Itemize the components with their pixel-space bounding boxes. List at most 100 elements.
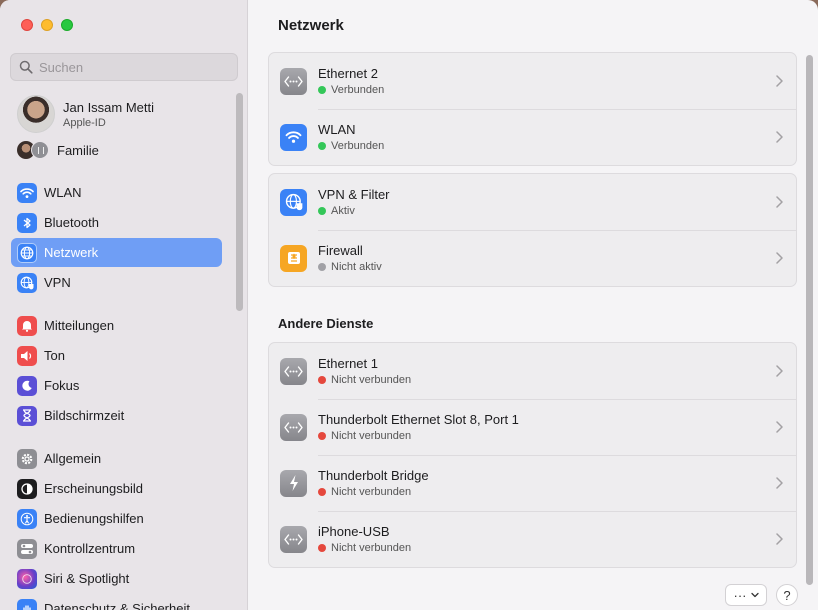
service-status: Verbunden [331,140,385,152]
help-label: ? [783,587,791,603]
service-status: Nicht verbunden [331,542,412,554]
sidebar-item-bedienungshilfen[interactable]: Bedienungshilfen [11,504,222,533]
sidebar-item-netzwerk[interactable]: Netzwerk [11,238,222,267]
sidebar-item-kontrollzentrum[interactable]: Kontrollzentrum [11,534,222,563]
sidebar-item-fokus[interactable]: Fokus [11,371,222,400]
service-status: Verbunden [331,84,385,96]
search-field[interactable] [10,53,238,81]
vpn-firewall-group: VPN & Filter Aktiv Firewall Nicht aktiv [268,173,797,287]
accessibility-icon [17,508,37,529]
zoom-button[interactable] [61,19,73,31]
sidebar-item-label: Bluetooth [44,215,99,230]
sidebar-item-erscheinungsbild[interactable]: Erscheinungsbild [11,474,222,503]
apple-id-account[interactable]: Jan Issam Metti Apple-ID [17,95,154,133]
account-name: Jan Issam Metti [63,99,155,115]
chevron-right-icon [776,131,783,143]
status-dot [318,86,326,94]
chevron-right-icon [776,196,783,208]
moon-icon [17,375,37,396]
toggles-icon [17,538,37,559]
avatar [17,95,55,133]
service-row-thunderbolt-ethernet[interactable]: Thunderbolt Ethernet Slot 8, Port 1 Nich… [269,399,796,455]
chevron-right-icon [776,533,783,545]
ethernet-icon [280,357,307,385]
ethernet-icon [280,525,307,553]
chevron-right-icon [776,365,783,377]
sidebar-item-vpn[interactable]: VPN [11,268,222,297]
chevron-right-icon [776,75,783,87]
more-actions-button[interactable]: ··· [725,584,767,606]
service-row-ethernet-2[interactable]: Ethernet 2 Verbunden [269,53,796,109]
sidebar-item-allgemein[interactable]: Allgemein [11,444,222,473]
sidebar-item-label: WLAN [44,185,82,200]
service-name: Firewall [318,243,363,258]
chevron-down-icon [750,592,759,598]
chevron-right-icon [776,477,783,489]
sidebar-item-label: Mitteilungen [44,318,115,333]
main-pane: Netzwerk Ethernet 2 Verbunden WLAN Verbu… [248,0,818,610]
sidebar-item-ton[interactable]: Ton [11,341,222,370]
service-row-ethernet-1[interactable]: Ethernet 1 Nicht verbunden [269,343,796,399]
help-button[interactable]: ? [776,584,798,606]
service-name: WLAN [318,122,356,137]
service-name: Ethernet 2 [318,66,378,81]
service-name: Thunderbolt Bridge [318,468,429,483]
service-row-thunderbolt-bridge[interactable]: Thunderbolt Bridge Nicht verbunden [269,455,796,511]
minimize-button[interactable] [41,19,53,31]
thunderbolt-icon [280,469,307,497]
sidebar-item-label: Datenschutz & Sicherheit [44,601,190,610]
status-dot [318,142,326,150]
service-row-wlan[interactable]: WLAN Verbunden [269,109,796,165]
page-title: Netzwerk [278,17,344,34]
sidebar-item-label: Erscheinungsbild [44,481,144,496]
status-dot [318,207,326,215]
sidebar-item-label: Bildschirmzeit [44,408,125,423]
wifi-icon [17,182,37,203]
more-label: ··· [733,587,747,603]
sidebar-item-mitteilungen[interactable]: Mitteilungen [11,311,222,340]
account-subtitle: Apple-ID [63,116,106,129]
family-item[interactable]: Familie [17,141,99,159]
vpn-globe-icon [280,188,307,216]
sidebar-item-siri-spotlight[interactable]: Siri & Spotlight [11,564,222,593]
status-dot [318,376,326,384]
service-name: VPN & Filter [318,187,390,202]
service-name: Ethernet 1 [318,356,378,371]
chevron-right-icon [776,252,783,264]
search-icon [19,60,33,74]
firewall-icon [280,244,307,272]
sidebar-item-wlan[interactable]: WLAN [11,178,222,207]
family-member-avatar [31,141,49,159]
service-status: Nicht verbunden [331,486,412,498]
service-status: Nicht aktiv [331,261,382,273]
main-scrollbar[interactable] [806,55,813,585]
service-status: Nicht verbunden [331,374,412,386]
sidebar-item-label: Kontrollzentrum [44,541,136,556]
sidebar-item-bildschirmzeit[interactable]: Bildschirmzeit [11,401,222,430]
status-dot [318,263,326,271]
service-row-iphone-usb[interactable]: iPhone-USB Nicht verbunden [269,511,796,567]
sidebar-item-label: Allgemein [44,451,102,466]
service-name: iPhone-USB [318,524,390,539]
search-input[interactable] [39,59,229,75]
close-button[interactable] [21,19,33,31]
hand-icon [17,598,37,610]
hourglass-icon [17,405,37,426]
appearance-icon [17,478,37,499]
service-status: Nicht verbunden [331,430,412,442]
service-row-vpn-filter[interactable]: VPN & Filter Aktiv [269,174,796,230]
status-dot [318,432,326,440]
settings-window: Jan Issam Metti Apple-ID Familie WLAN Bl… [0,0,818,610]
sidebar-item-bluetooth[interactable]: Bluetooth [11,208,222,237]
section-title-other-services: Andere Dienste [278,316,374,331]
service-row-firewall[interactable]: Firewall Nicht aktiv [269,230,796,286]
sidebar: Jan Issam Metti Apple-ID Familie WLAN Bl… [0,0,248,610]
service-name: Thunderbolt Ethernet Slot 8, Port 1 [318,412,519,427]
ethernet-icon [280,67,307,95]
sidebar-item-label: Ton [44,348,65,363]
service-status: Aktiv [331,205,355,217]
sidebar-item-datenschutz[interactable]: Datenschutz & Sicherheit [11,594,222,610]
siri-icon [17,568,37,589]
sidebar-scrollbar[interactable] [236,93,243,311]
bell-icon [17,315,37,336]
